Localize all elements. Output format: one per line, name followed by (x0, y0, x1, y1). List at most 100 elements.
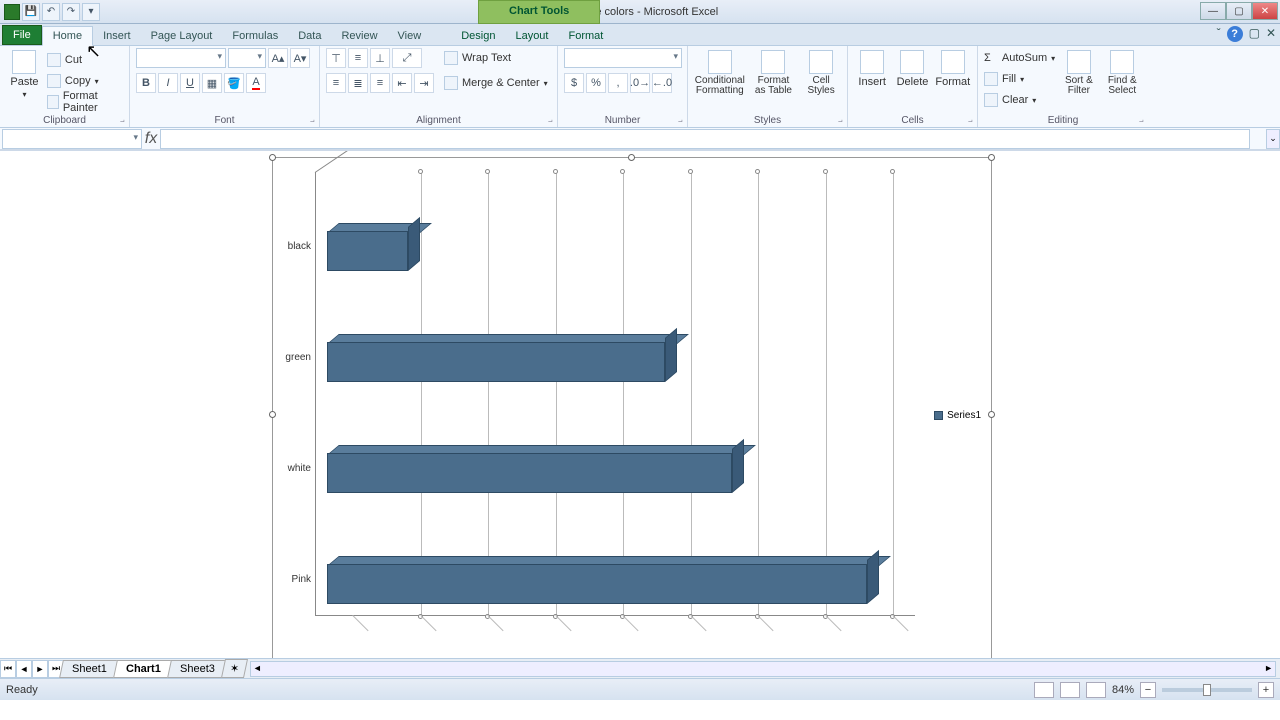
page-break-view-icon[interactable] (1086, 682, 1106, 698)
format-cells-button[interactable]: Format (935, 48, 971, 88)
tab-formulas[interactable]: Formulas (222, 27, 288, 45)
tab-home[interactable]: Home (42, 26, 93, 46)
align-center-icon[interactable]: ≣ (348, 73, 368, 93)
font-name-dropdown[interactable] (136, 48, 226, 68)
resize-handle[interactable] (269, 411, 276, 418)
minimize-ribbon-icon[interactable]: ˇ (1217, 26, 1221, 42)
help-icon[interactable]: ? (1227, 26, 1243, 42)
orientation-icon[interactable]: ⤢ (392, 48, 422, 68)
maximize-button[interactable]: ▢ (1226, 2, 1252, 20)
decrease-decimal-icon[interactable]: ←.0 (652, 73, 672, 93)
find-select-button[interactable]: Find & Select (1103, 48, 1142, 96)
save-icon[interactable]: 💾 (22, 3, 40, 21)
window-restore-icon[interactable]: ▢ (1249, 26, 1260, 42)
redo-icon[interactable]: ↷ (62, 3, 80, 21)
undo-icon[interactable]: ↶ (42, 3, 60, 21)
normal-view-icon[interactable] (1034, 682, 1054, 698)
gridline (893, 172, 894, 616)
workbook-close-icon[interactable]: ✕ (1266, 26, 1276, 42)
zoom-in-button[interactable]: + (1258, 682, 1274, 698)
tab-nav-first-icon[interactable]: ⏮ (0, 660, 16, 678)
sheet-tab-sheet1[interactable]: Sheet1 (59, 660, 120, 678)
format-icon (941, 50, 965, 74)
tab-nav-next-icon[interactable]: ► (32, 660, 48, 678)
y-axis-line (315, 172, 316, 616)
resize-handle[interactable] (988, 411, 995, 418)
page-layout-view-icon[interactable] (1060, 682, 1080, 698)
resize-handle[interactable] (628, 154, 635, 161)
percent-icon[interactable]: % (586, 73, 606, 93)
indent-increase-icon[interactable]: ⇥ (414, 73, 434, 93)
cell-styles-icon (809, 50, 833, 74)
clear-button[interactable]: Clear▾ (984, 90, 1055, 110)
tab-design[interactable]: Design (451, 27, 505, 45)
bar-white[interactable] (327, 445, 744, 493)
formula-bar-expand-icon[interactable]: ⌄ (1266, 129, 1280, 149)
align-middle-icon[interactable]: ≡ (348, 48, 368, 68)
autosum-button[interactable]: Σ AutoSum▾ (984, 48, 1055, 68)
cut-button[interactable]: Cut (47, 50, 123, 70)
currency-icon[interactable]: $ (564, 73, 584, 93)
font-color-button[interactable]: A (246, 73, 266, 93)
align-left-icon[interactable]: ≡ (326, 73, 346, 93)
new-sheet-button[interactable]: ✶ (221, 659, 248, 678)
fill-color-button[interactable]: 🪣 (224, 73, 244, 93)
minimize-button[interactable]: — (1200, 2, 1226, 20)
format-as-table-button[interactable]: Format as Table (750, 48, 798, 96)
zoom-out-button[interactable]: − (1140, 682, 1156, 698)
number-format-dropdown[interactable] (564, 48, 682, 68)
tab-view[interactable]: View (388, 27, 432, 45)
sort-filter-button[interactable]: Sort & Filter (1059, 48, 1098, 96)
tab-layout[interactable]: Layout (505, 27, 558, 45)
close-button[interactable]: ✕ (1252, 2, 1278, 20)
grow-font-icon[interactable]: A▴ (268, 48, 288, 68)
underline-button[interactable]: U (180, 73, 200, 93)
indent-decrease-icon[interactable]: ⇤ (392, 73, 412, 93)
resize-handle[interactable] (988, 154, 995, 161)
zoom-slider[interactable] (1162, 688, 1252, 692)
tab-nav-prev-icon[interactable]: ◄ (16, 660, 32, 678)
zoom-level[interactable]: 84% (1112, 684, 1134, 696)
cell-styles-button[interactable]: Cell Styles (801, 48, 841, 96)
borders-button[interactable]: ▦ (202, 73, 222, 93)
format-painter-button[interactable]: Format Painter (47, 92, 123, 112)
bold-button[interactable]: B (136, 73, 156, 93)
plot-area[interactable]: 0%5%10%15%20%25%30%35%40% blackgreenwhit… (315, 172, 915, 632)
tab-data[interactable]: Data (288, 27, 331, 45)
shrink-font-icon[interactable]: A▾ (290, 48, 310, 68)
resize-handle[interactable] (269, 154, 276, 161)
delete-cells-button[interactable]: Delete (894, 48, 930, 88)
insert-cells-button[interactable]: Insert (854, 48, 890, 88)
formula-bar[interactable] (160, 129, 1250, 149)
copy-button[interactable]: Copy▾ (47, 71, 123, 91)
tab-insert[interactable]: Insert (93, 27, 141, 45)
comma-icon[interactable]: , (608, 73, 628, 93)
horizontal-scrollbar[interactable] (250, 661, 1276, 677)
chart-area[interactable]: 0%5%10%15%20%25%30%35%40% blackgreenwhit… (272, 157, 992, 673)
tab-format[interactable]: Format (558, 27, 613, 45)
align-top-icon[interactable]: ⊤ (326, 48, 346, 68)
italic-button[interactable]: I (158, 73, 178, 93)
wrap-text-button[interactable]: Wrap Text (444, 48, 548, 68)
conditional-formatting-button[interactable]: Conditional Formatting (694, 48, 746, 96)
sheet-tab-chart1[interactable]: Chart1 (113, 660, 174, 678)
tab-file[interactable]: File (2, 25, 42, 45)
chart-legend[interactable]: Series1 (934, 410, 981, 421)
increase-decimal-icon[interactable]: .0→ (630, 73, 650, 93)
sheet-tab-sheet3[interactable]: Sheet3 (167, 660, 228, 678)
align-right-icon[interactable]: ≡ (370, 73, 390, 93)
fx-icon[interactable]: fx (142, 130, 160, 148)
merge-center-button[interactable]: Merge & Center▾ (444, 73, 548, 93)
tab-review[interactable]: Review (331, 27, 387, 45)
bar-black[interactable] (327, 223, 420, 271)
bar-Pink[interactable] (327, 556, 879, 604)
align-bottom-icon[interactable]: ⊥ (370, 48, 390, 68)
tab-page-layout[interactable]: Page Layout (141, 27, 223, 45)
zoom-slider-thumb[interactable] (1203, 684, 1211, 696)
font-size-dropdown[interactable] (228, 48, 266, 68)
name-box[interactable] (2, 129, 142, 149)
bar-green[interactable] (327, 334, 677, 382)
paste-button[interactable]: Paste ▾ (6, 48, 43, 99)
fill-button[interactable]: Fill▾ (984, 69, 1055, 89)
qat-dropdown-icon[interactable]: ▾ (82, 3, 100, 21)
